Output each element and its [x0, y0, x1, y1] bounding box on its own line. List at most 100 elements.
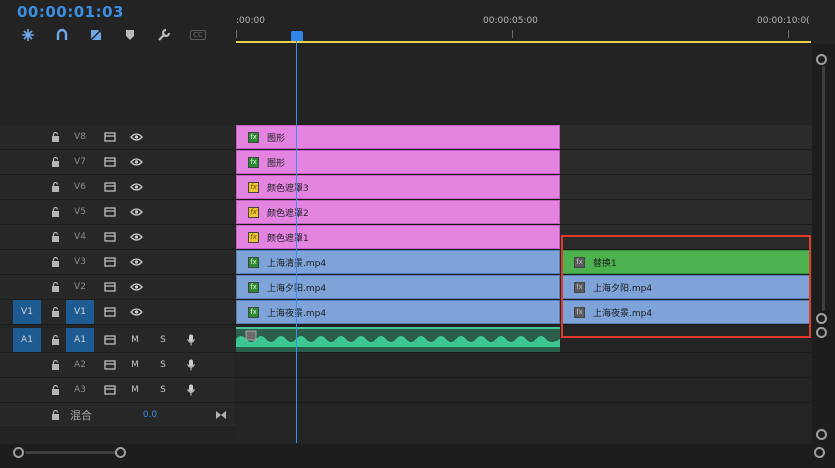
eye-icon[interactable]: [128, 175, 144, 199]
clip-v4-color-matte[interactable]: fx 颜色遮罩1: [236, 225, 560, 249]
track-name[interactable]: V2: [66, 275, 94, 299]
clip-v8-graphic[interactable]: fx 图形: [236, 125, 560, 149]
fx-badge-icon: fx: [248, 206, 259, 218]
scroll-thumb[interactable]: [822, 66, 825, 311]
scroll-handle-mid[interactable]: [816, 313, 827, 324]
ruler-tick: [512, 30, 513, 38]
track-name[interactable]: V5: [66, 200, 94, 224]
lock-icon[interactable]: [48, 403, 62, 427]
mute-button[interactable]: M: [128, 378, 142, 402]
film-icon[interactable]: [102, 300, 118, 324]
lock-icon[interactable]: [48, 175, 62, 199]
film-icon[interactable]: [102, 378, 118, 402]
work-area-bar[interactable]: [236, 41, 811, 43]
film-icon[interactable]: [102, 125, 118, 149]
scroll-handle-lower[interactable]: [816, 327, 827, 338]
timecode-display[interactable]: 00:00:01:03: [17, 3, 124, 21]
zoom-handle-right[interactable]: [115, 447, 126, 458]
mix-value[interactable]: 0.0: [138, 403, 162, 427]
mix-lane: [236, 403, 812, 443]
horizontal-scrollbar[interactable]: [0, 444, 835, 468]
linked-selection-icon[interactable]: [52, 25, 72, 45]
lock-icon[interactable]: [48, 300, 62, 324]
eye-icon[interactable]: [128, 275, 144, 299]
track-name[interactable]: V6: [66, 175, 94, 199]
track-name[interactable]: A1: [66, 328, 94, 352]
film-icon[interactable]: [102, 328, 118, 352]
fx-badge-icon: fx: [248, 256, 259, 268]
mix-label: 混合: [70, 409, 92, 422]
ruler-label-10s: 00:00:10:0(: [757, 16, 810, 26]
track-name[interactable]: V1: [66, 300, 94, 324]
solo-button[interactable]: S: [156, 378, 170, 402]
eye-icon[interactable]: [128, 250, 144, 274]
clip-a1-audio[interactable]: [236, 327, 560, 352]
microphone-icon[interactable]: [184, 378, 198, 402]
track-name[interactable]: V8: [66, 125, 94, 149]
zoom-handle-end[interactable]: [814, 447, 825, 458]
add-marker-icon[interactable]: [86, 25, 106, 45]
mute-button[interactable]: M: [128, 328, 142, 352]
eye-icon[interactable]: [128, 225, 144, 249]
eye-icon[interactable]: [128, 125, 144, 149]
source-patch-v1[interactable]: V1: [13, 300, 41, 324]
audio-lane-a2[interactable]: [236, 353, 812, 378]
lock-icon[interactable]: [48, 328, 62, 352]
zoom-thumb[interactable]: [25, 451, 118, 454]
track-name[interactable]: V4: [66, 225, 94, 249]
lock-icon[interactable]: [48, 378, 62, 402]
captions-icon[interactable]: CC: [188, 25, 208, 45]
track-name[interactable]: A2: [66, 353, 94, 377]
eye-icon[interactable]: [128, 150, 144, 174]
marker-icon[interactable]: [120, 25, 140, 45]
film-icon[interactable]: [102, 175, 118, 199]
clip-v5-color-matte[interactable]: fx 颜色遮罩2: [236, 200, 560, 224]
audio-lane-a3[interactable]: [236, 378, 812, 403]
lock-icon[interactable]: [48, 275, 62, 299]
source-patch-a1[interactable]: A1: [13, 328, 41, 352]
track-name[interactable]: V3: [66, 250, 94, 274]
lock-icon[interactable]: [48, 150, 62, 174]
track-name[interactable]: V7: [66, 150, 94, 174]
playhead-line[interactable]: [296, 41, 297, 443]
vertical-scrollbar[interactable]: [812, 44, 835, 444]
clip-v2-video[interactable]: fx 上海夕阳.mp4: [236, 275, 560, 299]
clip-v6-color-matte[interactable]: fx 颜色遮罩3: [236, 175, 560, 199]
clip-v1-video[interactable]: fx 上海夜景.mp4: [236, 300, 560, 324]
zoom-handle-left[interactable]: [13, 447, 24, 458]
film-icon[interactable]: [102, 275, 118, 299]
lock-icon[interactable]: [48, 353, 62, 377]
clip-label: 颜色遮罩1: [267, 233, 309, 244]
lock-icon[interactable]: [48, 200, 62, 224]
mute-button[interactable]: M: [128, 353, 142, 377]
ruler-label-5s: 00:00:05:00: [483, 16, 538, 26]
clip-v7-graphic[interactable]: fx 图形: [236, 150, 560, 174]
scroll-handle-top[interactable]: [816, 54, 827, 65]
eye-icon[interactable]: [128, 200, 144, 224]
playhead-handle[interactable]: [291, 31, 303, 41]
solo-button[interactable]: S: [156, 353, 170, 377]
track-header-v7: V7: [0, 150, 235, 175]
film-icon[interactable]: [102, 150, 118, 174]
bowtie-icon[interactable]: [214, 403, 228, 427]
ruler-tick: [788, 30, 789, 38]
snap-magnet-icon[interactable]: [18, 25, 38, 45]
eye-icon[interactable]: [128, 300, 144, 324]
fx-badge-icon: fx: [248, 231, 259, 243]
film-icon[interactable]: [102, 353, 118, 377]
lock-icon[interactable]: [48, 250, 62, 274]
track-header-a1: A1 A1 M S: [0, 328, 235, 353]
solo-button[interactable]: S: [156, 328, 170, 352]
film-icon[interactable]: [102, 250, 118, 274]
film-icon[interactable]: [102, 225, 118, 249]
microphone-icon[interactable]: [184, 328, 198, 352]
wrench-icon[interactable]: [154, 25, 174, 45]
track-name[interactable]: A3: [66, 378, 94, 402]
lock-icon[interactable]: [48, 225, 62, 249]
lock-icon[interactable]: [48, 125, 62, 149]
microphone-icon[interactable]: [184, 353, 198, 377]
track-header-v4: V4: [0, 225, 235, 250]
clip-v3-video[interactable]: fx 上海清景.mp4: [236, 250, 560, 274]
scroll-handle-bottom[interactable]: [816, 429, 827, 440]
film-icon[interactable]: [102, 200, 118, 224]
